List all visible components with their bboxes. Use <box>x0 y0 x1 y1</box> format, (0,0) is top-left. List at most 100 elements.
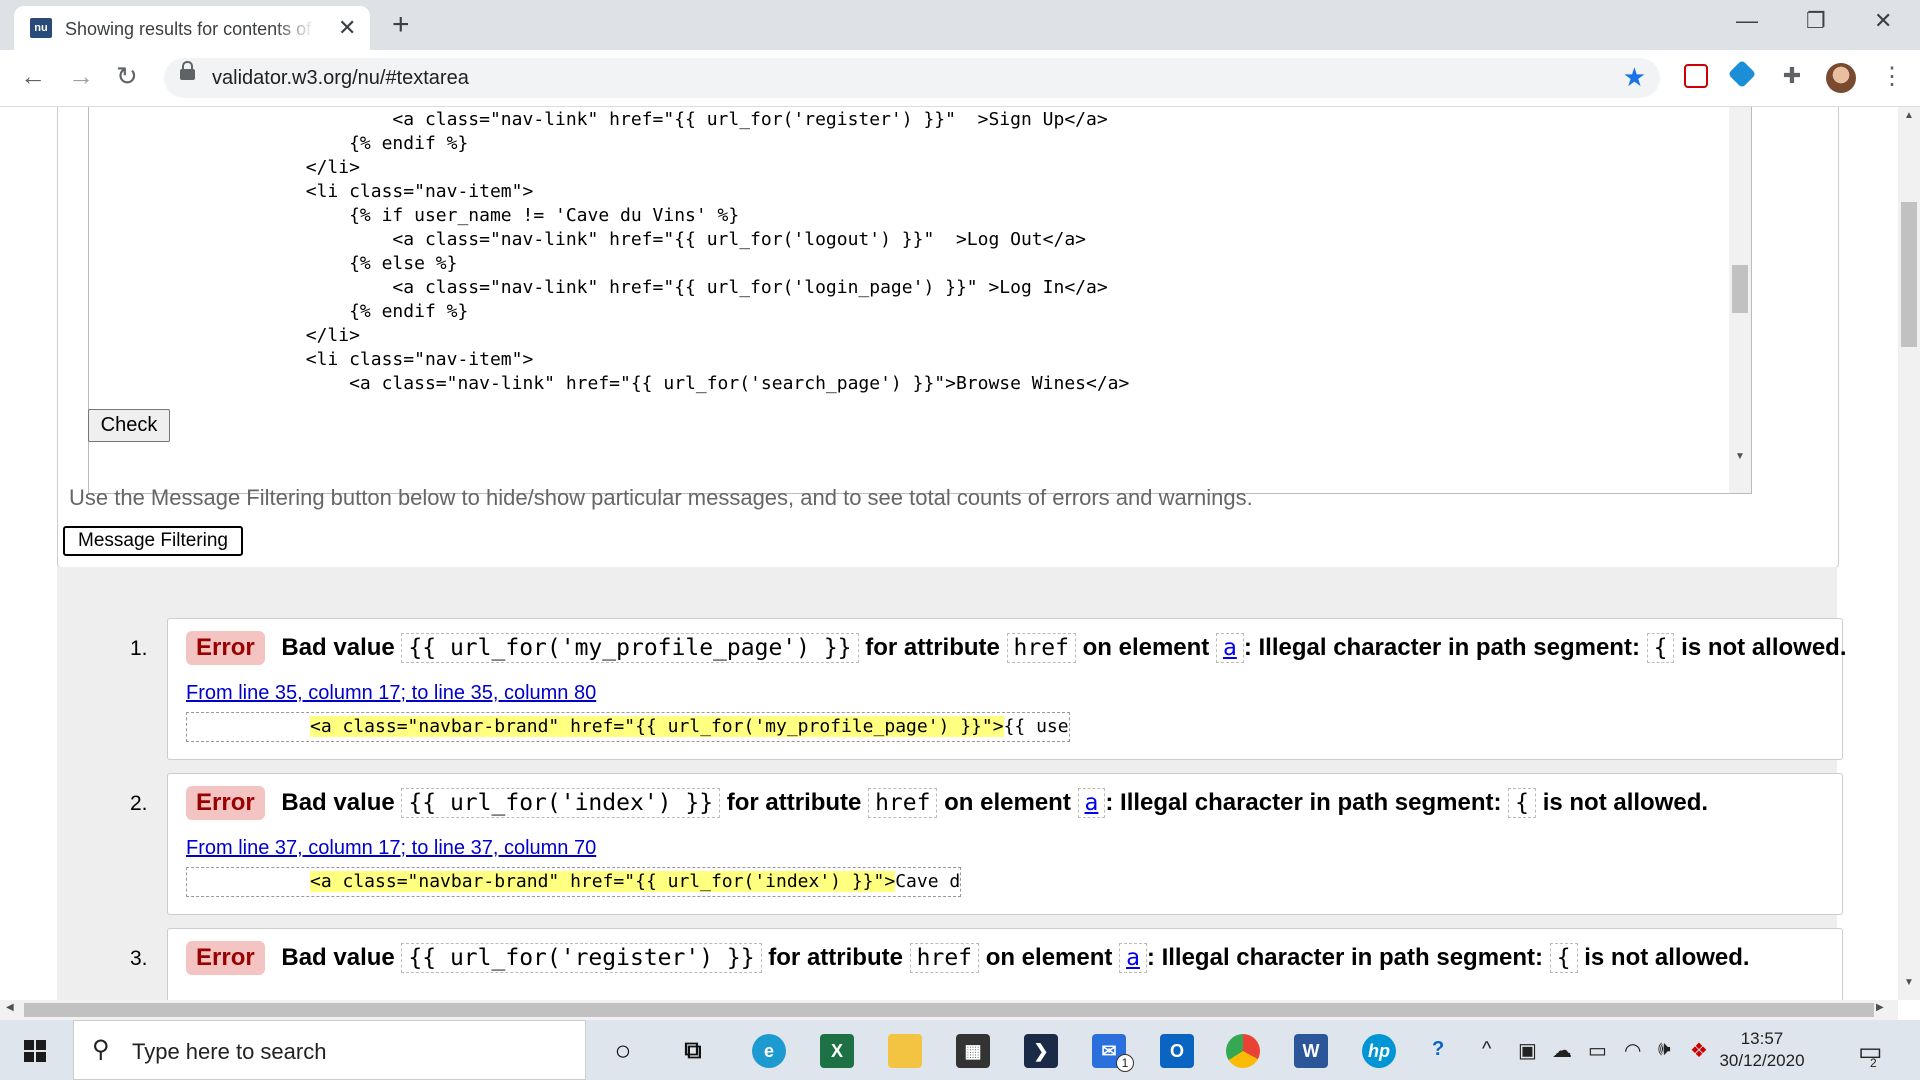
message-filtering-button[interactable]: Message Filtering <box>63 526 243 556</box>
meet-now-icon[interactable]: ▣ <box>1518 1038 1537 1063</box>
extract-rest: {{ use <box>1003 716 1069 737</box>
url-text[interactable]: validator.w3.org/nu/#textarea <box>212 67 469 90</box>
notification-count: 2 <box>1870 1056 1877 1070</box>
filter-hint: Use the Message Filtering button below t… <box>69 485 1253 510</box>
task-view-icon[interactable]: ⧉ <box>676 1034 710 1068</box>
page-horizontal-scrollbar[interactable]: ◀ ▶ <box>0 1000 1898 1020</box>
message-number: 1. <box>130 637 148 660</box>
search-placeholder: Type here to search <box>132 1039 327 1064</box>
message-reason: : Illegal character in path segment: <box>1146 944 1544 971</box>
word-icon[interactable]: W <box>1294 1034 1328 1068</box>
outlook-icon[interactable]: O <box>1160 1034 1194 1068</box>
onedrive-icon[interactable]: ☁ <box>1552 1038 1572 1063</box>
attribute-code: href <box>868 788 938 818</box>
message-number: 2. <box>130 792 148 815</box>
element-link[interactable]: a <box>1215 633 1244 663</box>
bad-value-code: {{ url_for('index') }} <box>401 788 721 818</box>
location-link[interactable]: From line 35, column 17; to line 35, col… <box>186 682 596 705</box>
error-message-item: 3. Error Bad value {{ url_for('register'… <box>130 928 1843 1000</box>
hp-icon[interactable]: hp <box>1362 1034 1396 1068</box>
check-button[interactable]: Check <box>88 409 170 442</box>
message-prefix: Bad value <box>281 789 395 816</box>
message-number: 3. <box>130 947 148 970</box>
new-tab-icon[interactable]: + <box>392 8 410 42</box>
error-badge: Error <box>186 631 265 665</box>
extensions-puzzle-icon[interactable]: ✚ <box>1780 64 1804 88</box>
textarea-scroll-down-icon[interactable]: ▼ <box>1735 451 1745 462</box>
message-for-attr: for attribute <box>768 944 903 971</box>
scroll-right-icon[interactable]: ▶ <box>1876 1002 1884 1013</box>
message-suffix: is not allowed. <box>1584 944 1750 971</box>
close-window-icon[interactable]: ✕ <box>1874 8 1892 34</box>
page-vertical-scrollbar[interactable]: ▲ ▼ <box>1898 107 1920 1000</box>
minimize-icon[interactable]: — <box>1736 8 1758 34</box>
help-icon[interactable]: ? <box>1432 1038 1444 1061</box>
browser-tab[interactable]: nu Showing results for contents of text-… <box>14 6 370 50</box>
store-icon[interactable]: ▦ <box>956 1034 990 1068</box>
error-message-item: 1. Error Bad value {{ url_for('my_profil… <box>130 618 1847 760</box>
source-textarea[interactable]: <a class="nav-link" href="{{ url_for('re… <box>88 107 1752 494</box>
horizontal-scroll-thumb[interactable] <box>24 1003 1874 1017</box>
browser-toolbar: ← → ↻ validator.w3.org/nu/#textarea ★ ✚ … <box>0 50 1920 107</box>
results-list: 1. Error Bad value {{ url_for('my_profil… <box>57 567 1847 1000</box>
excel-icon[interactable]: X <box>820 1034 854 1068</box>
element-link[interactable]: a <box>1119 943 1147 973</box>
page-content: <a class="nav-link" href="{{ url_for('re… <box>0 107 1898 1000</box>
wifi-icon[interactable]: ◠ <box>1624 1038 1641 1063</box>
element-link[interactable]: a <box>1077 788 1106 818</box>
message-text: Error Bad value {{ url_for('register') }… <box>186 941 1750 975</box>
menu-kebab-icon[interactable]: ⋮ <box>1880 62 1904 91</box>
pocket-extension-icon[interactable] <box>1684 64 1708 88</box>
scroll-left-icon[interactable]: ◀ <box>6 1002 14 1013</box>
scroll-down-icon[interactable]: ▼ <box>1904 977 1914 988</box>
edge-icon[interactable]: e <box>752 1034 786 1068</box>
extract-highlight: <a class="navbar-brand" href="{{ url_for… <box>310 871 896 892</box>
message-text: Error Bad value {{ url_for('my_profile_p… <box>186 631 1847 665</box>
bad-value-code: {{ url_for('register') }} <box>401 943 762 973</box>
error-badge: Error <box>186 786 265 820</box>
extension-hex-icon[interactable] <box>1727 59 1757 89</box>
message-suffix: is not allowed. <box>1681 634 1847 661</box>
forward-icon[interactable]: → <box>68 61 94 92</box>
extract-rest: Cave d <box>895 871 961 892</box>
taskbar-search[interactable]: ⚲ Type here to search <box>73 1020 586 1080</box>
windows-start-icon[interactable] <box>24 1040 46 1062</box>
bookmark-star-icon[interactable]: ★ <box>1623 62 1646 93</box>
location-link[interactable]: From line 37, column 17; to line 37, col… <box>186 837 596 860</box>
source-extract: <a class="navbar-brand" href="{{ url_for… <box>186 867 962 897</box>
reload-icon[interactable]: ↻ <box>116 61 138 92</box>
clock-date: 30/12/2020 <box>1719 1051 1805 1070</box>
mail-badge: 1 <box>1116 1054 1134 1072</box>
message-for-attr: for attribute <box>726 789 862 816</box>
battery-icon[interactable]: ▭ <box>1588 1038 1607 1063</box>
tab-close-icon[interactable]: ✕ <box>338 15 356 41</box>
restore-icon[interactable]: ❐ <box>1806 8 1826 34</box>
powershell-icon[interactable]: ❯ <box>1024 1034 1058 1068</box>
chrome-icon[interactable] <box>1226 1034 1260 1068</box>
page-scroll-thumb[interactable] <box>1901 202 1917 347</box>
windows-taskbar: ⚲ Type here to search ○ ⧉ e X ▦ ❯ ✉ 1 O … <box>0 1020 1920 1080</box>
textarea-scrollbar[interactable]: ▼ <box>1729 107 1751 493</box>
error-badge: Error <box>186 941 265 975</box>
search-icon: ⚲ <box>92 1036 110 1063</box>
taskbar-clock[interactable]: 13:57 30/12/2020 <box>1718 1028 1806 1072</box>
error-message-item: 2. Error Bad value {{ url_for('index') }… <box>130 773 1843 915</box>
file-explorer-icon[interactable] <box>888 1034 922 1068</box>
back-icon[interactable]: ← <box>20 61 46 92</box>
illegal-char-code: { <box>1508 788 1537 818</box>
volume-icon[interactable]: 🕪 <box>1658 1038 1671 1061</box>
scroll-up-icon[interactable]: ▲ <box>1904 110 1914 121</box>
attribute-code: href <box>909 943 980 973</box>
message-reason: : Illegal character in path segment: <box>1105 789 1502 816</box>
textarea-scroll-thumb[interactable] <box>1732 265 1748 313</box>
textarea-code: <a class="nav-link" href="{{ url_for('re… <box>305 109 1130 394</box>
message-prefix: Bad value <box>281 634 395 661</box>
address-bar[interactable]: validator.w3.org/nu/#textarea ★ <box>164 58 1660 98</box>
show-hidden-icons-icon[interactable]: ^ <box>1482 1038 1491 1061</box>
cortana-icon[interactable]: ○ <box>606 1034 640 1068</box>
dropbox-icon[interactable]: ❖ <box>1690 1038 1708 1063</box>
profile-avatar[interactable] <box>1826 63 1856 93</box>
illegal-char-code: { <box>1646 633 1675 663</box>
message-for-attr: for attribute <box>865 634 1000 661</box>
bad-value-code: {{ url_for('my_profile_page') }} <box>401 633 859 663</box>
